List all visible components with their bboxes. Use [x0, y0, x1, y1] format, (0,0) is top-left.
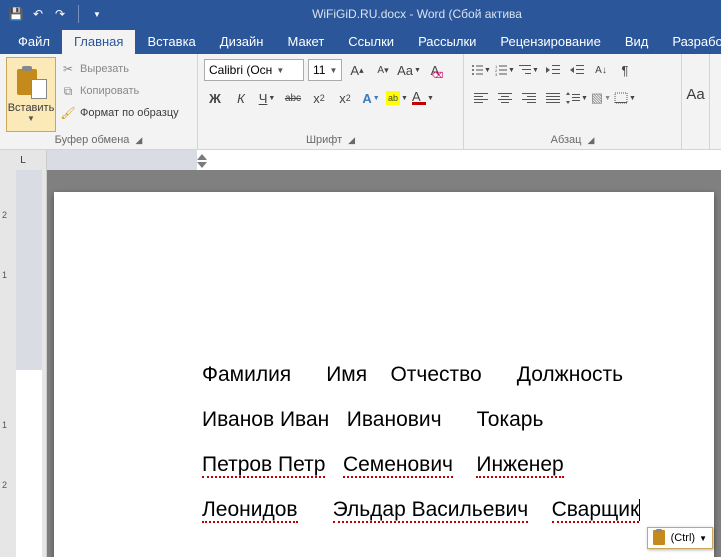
- horizontal-ruler-row: L: [0, 150, 721, 170]
- paste-dropdown-icon: ▼: [27, 114, 35, 123]
- line-spacing-button[interactable]: ▼: [566, 87, 588, 109]
- doc-row: Фамилия Имя Отчество Должность: [202, 363, 623, 386]
- change-case-button[interactable]: Aa▼: [398, 59, 420, 81]
- tab-review[interactable]: Рецензирование: [488, 30, 612, 54]
- shrink-font-button[interactable]: A▾: [372, 59, 394, 81]
- doc-row: Леонидов Эльдар Васильевич Сварщик: [202, 498, 639, 523]
- align-left-button[interactable]: [470, 87, 492, 109]
- document-body[interactable]: Фамилия Имя Отчество Должность Иванов Ив…: [202, 352, 714, 532]
- paste-options-button[interactable]: (Ctrl) ▼: [647, 527, 713, 549]
- brush-icon: 🖌: [60, 105, 76, 121]
- tab-selector[interactable]: L: [0, 150, 47, 170]
- strike-button[interactable]: abc: [282, 87, 304, 109]
- paste-icon: [15, 67, 47, 99]
- qat-separator: [78, 5, 79, 23]
- format-painter-label: Формат по образцу: [80, 107, 179, 119]
- styles-icon[interactable]: Aа: [688, 57, 703, 132]
- subscript-button[interactable]: x2: [308, 87, 330, 109]
- bullets-button[interactable]: ▼: [470, 59, 492, 81]
- tab-file[interactable]: Файл: [6, 30, 62, 54]
- clipboard-icon: [653, 530, 667, 546]
- bold-button[interactable]: Ж: [204, 87, 226, 109]
- increase-indent-button[interactable]: [566, 59, 588, 81]
- font-dialog-launcher-icon[interactable]: ◢: [348, 135, 355, 146]
- align-center-button[interactable]: [494, 87, 516, 109]
- copy-icon: ⧉: [60, 83, 76, 99]
- font-size-combo[interactable]: 11▼: [308, 59, 342, 81]
- sort-button[interactable]: A↓: [590, 59, 612, 81]
- tab-references[interactable]: Ссылки: [336, 30, 406, 54]
- font-name-combo[interactable]: Calibri (Осн▼: [204, 59, 304, 81]
- show-marks-button[interactable]: ¶: [614, 59, 636, 81]
- paste-button[interactable]: Вставить ▼: [6, 57, 56, 132]
- borders-button[interactable]: ▼: [614, 87, 636, 109]
- grow-font-button[interactable]: A▴: [346, 59, 368, 81]
- superscript-button[interactable]: x2: [334, 87, 356, 109]
- decrease-indent-button[interactable]: [542, 59, 564, 81]
- vertical-ruler[interactable]: 2 1 1 2: [0, 170, 47, 557]
- redo-icon[interactable]: ↷: [52, 6, 68, 22]
- paste-options-label: (Ctrl): [671, 532, 695, 544]
- indent-marker-icon[interactable]: [197, 154, 207, 164]
- copy-label: Копировать: [80, 85, 139, 97]
- quick-access-toolbar: 💾 ↶ ↷ ▼: [0, 5, 113, 23]
- horizontal-ruler[interactable]: [47, 150, 721, 170]
- font-group-label: Шрифт: [306, 134, 342, 146]
- group-paragraph: ▼ 123▼ ▼ A↓ ¶ ▼ ▧▼ ▼ Абзац ◢: [464, 54, 682, 149]
- titlebar: 💾 ↶ ↷ ▼ WiFiGiD.RU.docx - Word (Сбой акт…: [0, 0, 721, 28]
- group-clipboard: Вставить ▼ ✂ Вырезать ⧉ Копировать 🖌 Фор…: [0, 54, 198, 149]
- cut-button: ✂ Вырезать: [60, 59, 179, 79]
- ribbon: Вставить ▼ ✂ Вырезать ⧉ Копировать 🖌 Фор…: [0, 54, 721, 150]
- window-title: WiFiGiD.RU.docx - Word (Сбой актива: [113, 7, 721, 21]
- multilevel-button[interactable]: ▼: [518, 59, 540, 81]
- paste-label: Вставить: [8, 102, 55, 114]
- tab-insert[interactable]: Вставка: [135, 30, 207, 54]
- clipboard-dialog-launcher-icon[interactable]: ◢: [135, 135, 142, 146]
- group-font: Calibri (Осн▼ 11▼ A▴ A▾ Aa▼ A⌫ Ж К Ч▼ ab…: [198, 54, 464, 149]
- chevron-down-icon: ▼: [329, 66, 337, 75]
- page[interactable]: Фамилия Имя Отчество Должность Иванов Ив…: [54, 192, 714, 557]
- copy-button: ⧉ Копировать: [60, 81, 179, 101]
- highlight-button[interactable]: ab▼: [386, 87, 408, 109]
- scissors-icon: ✂: [60, 61, 76, 77]
- justify-button[interactable]: [542, 87, 564, 109]
- group-styles: Aа: [682, 54, 710, 149]
- doc-row: Петров Петр Семенович Инженер: [202, 453, 564, 478]
- italic-button[interactable]: К: [230, 87, 252, 109]
- tab-mailings[interactable]: Рассылки: [406, 30, 488, 54]
- numbering-button[interactable]: 123▼: [494, 59, 516, 81]
- qat-customize-icon[interactable]: ▼: [89, 6, 105, 22]
- tab-home[interactable]: Главная: [62, 30, 135, 54]
- paragraph-dialog-launcher-icon[interactable]: ◢: [587, 135, 594, 146]
- underline-button[interactable]: Ч▼: [256, 87, 278, 109]
- chevron-down-icon: ▼: [699, 534, 707, 543]
- tab-view[interactable]: Вид: [613, 30, 661, 54]
- tab-layout[interactable]: Макет: [275, 30, 336, 54]
- ribbon-tabs: Файл Главная Вставка Дизайн Макет Ссылки…: [0, 28, 721, 54]
- document-viewport[interactable]: Фамилия Имя Отчество Должность Иванов Ив…: [47, 170, 721, 557]
- font-color-button[interactable]: A▼: [412, 87, 434, 109]
- doc-row: Иванов Иван Иванович Токарь: [202, 408, 543, 431]
- align-right-button[interactable]: [518, 87, 540, 109]
- text-cursor: [639, 499, 640, 521]
- chevron-down-icon: ▼: [276, 66, 284, 75]
- save-icon[interactable]: 💾: [8, 6, 24, 22]
- tab-developer[interactable]: Разрабо: [660, 30, 721, 54]
- format-painter-button[interactable]: 🖌 Формат по образцу: [60, 103, 179, 123]
- svg-text:3: 3: [495, 72, 498, 76]
- cut-label: Вырезать: [80, 63, 129, 75]
- text-effects-button[interactable]: A▼: [360, 87, 382, 109]
- clear-formatting-button[interactable]: A⌫: [424, 59, 446, 81]
- work-area: 2 1 1 2 Фамилия Имя Отчество Должность И…: [0, 170, 721, 557]
- paragraph-group-label: Абзац: [551, 134, 582, 146]
- shading-button[interactable]: ▧▼: [590, 87, 612, 109]
- undo-icon[interactable]: ↶: [30, 6, 46, 22]
- tab-design[interactable]: Дизайн: [208, 30, 276, 54]
- clipboard-group-label: Буфер обмена: [55, 134, 130, 146]
